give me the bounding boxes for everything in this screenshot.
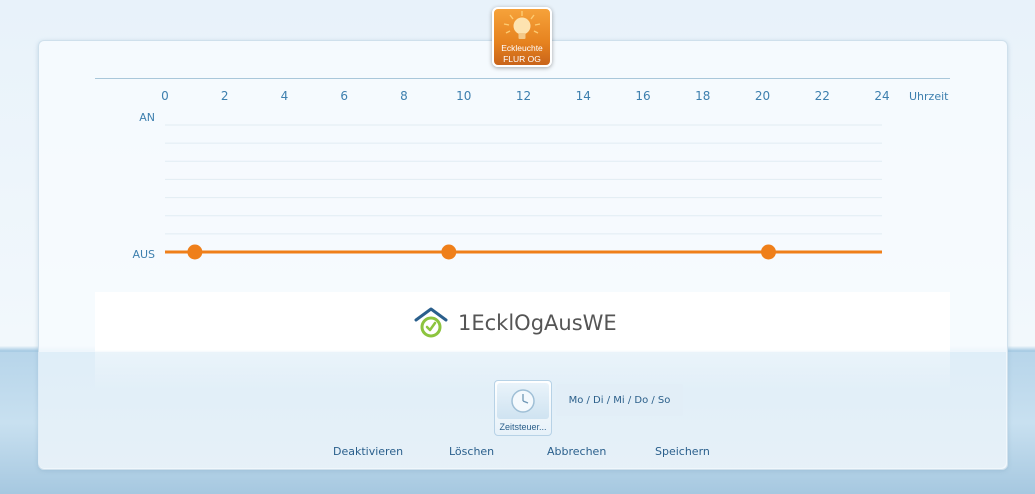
schedule-title: 1EcklOgAusWE: [414, 306, 617, 340]
x-tick-label: 2: [221, 89, 229, 103]
x-tick-label: 16: [635, 89, 650, 103]
device-name-line2: FLUR OG: [503, 54, 541, 64]
x-tick-label: 0: [161, 89, 169, 103]
weekdays-selector[interactable]: Mo / Di / Mi / Do / So: [556, 384, 683, 416]
x-tick-label: 10: [456, 89, 471, 103]
cancel-button[interactable]: Abbrechen: [547, 445, 606, 458]
device-name-line1: Eckleuchte: [501, 43, 543, 53]
x-tick-label: 14: [576, 89, 591, 103]
schedule-name: 1EcklOgAusWE: [458, 311, 617, 335]
x-tick-label: 20: [755, 89, 770, 103]
x-tick-label: 18: [695, 89, 710, 103]
x-tick-label: 24: [874, 89, 889, 103]
chart-grid: [165, 124, 882, 253]
switch-point[interactable]: [187, 244, 203, 260]
clock-icon: [511, 389, 535, 413]
weekdays-text: Mo / Di / Mi / Do / So: [568, 394, 671, 406]
timer-button[interactable]: Zeitsteuer...: [494, 380, 552, 436]
home-clock-icon: [414, 307, 448, 338]
switch-point[interactable]: [760, 244, 776, 260]
state-line-series: [165, 244, 882, 260]
device-tile[interactable]: Eckleuchte FLUR OG: [492, 7, 552, 67]
lightbulb-icon: [503, 11, 541, 39]
y-level-label-aus: AUS: [132, 248, 155, 261]
x-tick-labels: 0 2 4 6 8 10 12 14 16 18 20 22 24: [161, 89, 889, 103]
y-level-label-an: AN: [139, 111, 155, 124]
x-axis-label: Uhrzeit: [909, 90, 949, 103]
x-tick-label: 4: [281, 89, 289, 103]
switch-point[interactable]: [441, 244, 457, 260]
x-tick-label: 12: [516, 89, 531, 103]
timer-button-label: Zeitsteuer...: [499, 422, 547, 432]
x-tick-label: 6: [340, 89, 348, 103]
timer-icon-area: [497, 383, 549, 419]
x-tick-label: 8: [400, 89, 408, 103]
deactivate-button[interactable]: Deaktivieren: [333, 445, 403, 458]
x-tick-label: 22: [815, 89, 830, 103]
save-button[interactable]: Speichern: [655, 445, 710, 458]
delete-button[interactable]: Löschen: [449, 445, 494, 458]
